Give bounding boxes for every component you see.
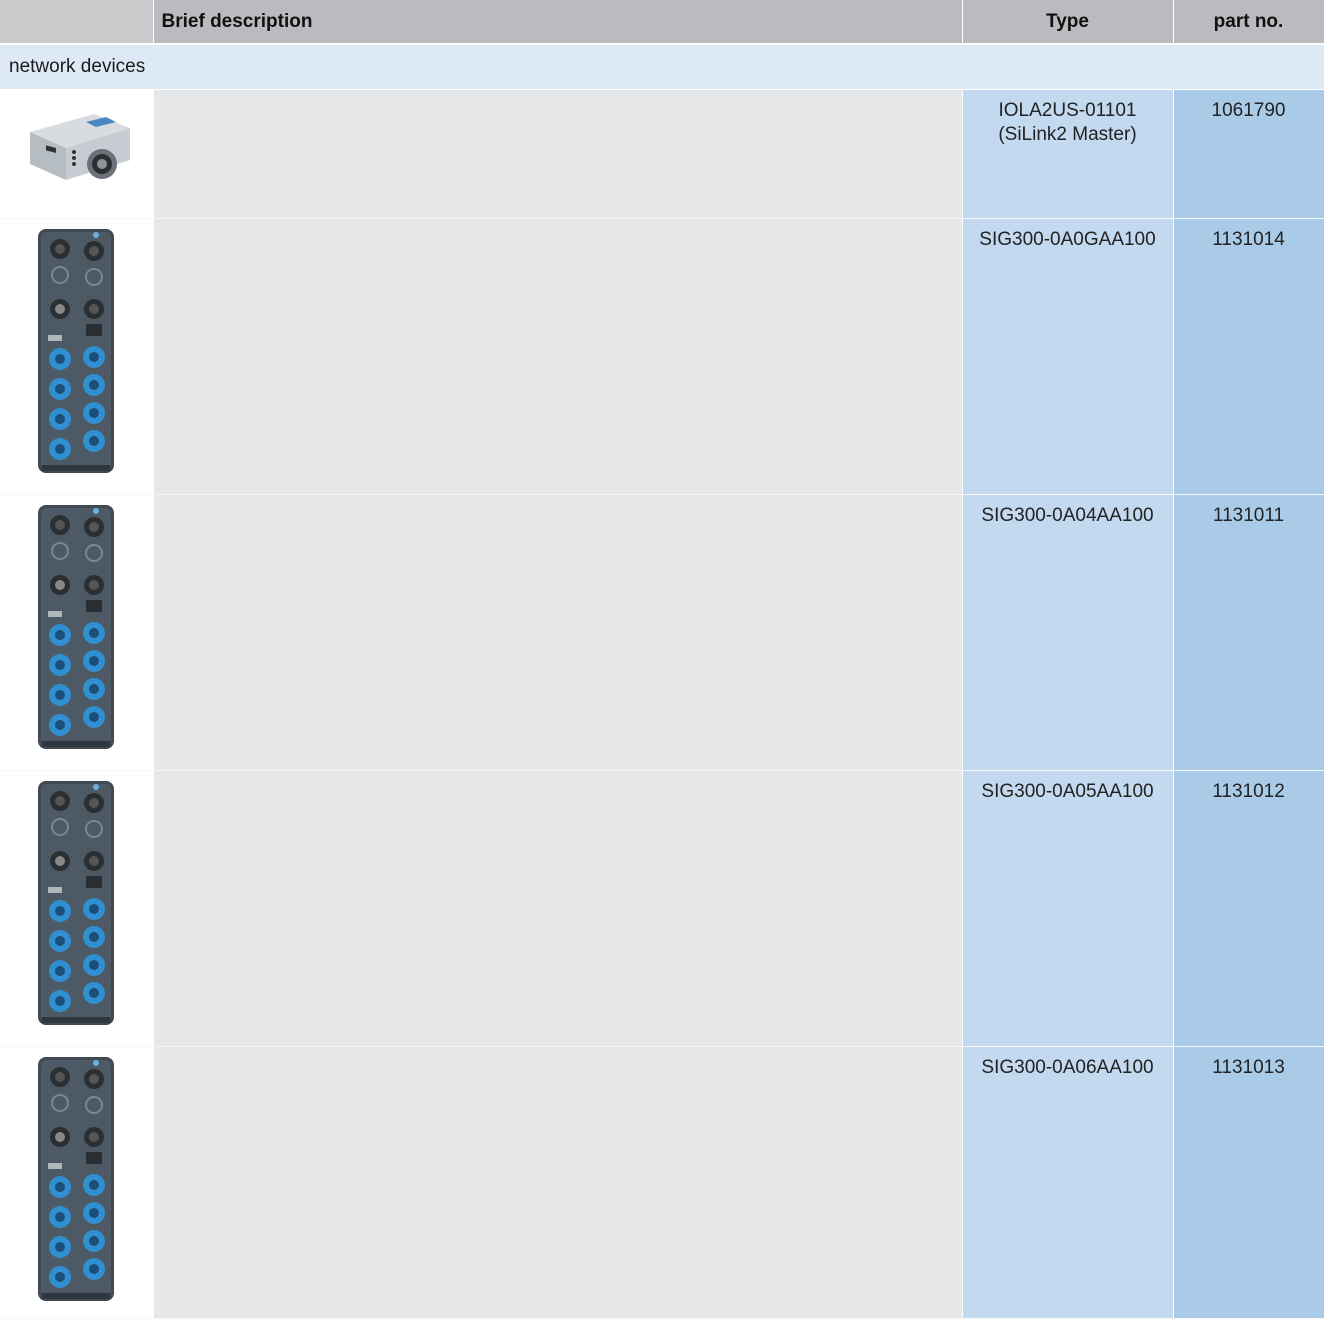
type-cell: SIG300-0A04AA100 xyxy=(962,494,1174,771)
part-no-cell: 1131014 xyxy=(1173,218,1324,495)
table-row: SIG300-0A05AA100 1131012 xyxy=(0,770,1324,1047)
type-cell: SIG300-0A0GAA100 xyxy=(962,218,1174,495)
type-subname: (SiLink2 Master) xyxy=(998,124,1137,145)
type-cell: SIG300-0A05AA100 xyxy=(962,770,1174,1047)
description-cell xyxy=(153,1046,963,1319)
sig300-io-module-icon xyxy=(38,781,114,1025)
type-name: SIG300-0A05AA100 xyxy=(981,781,1154,802)
table-header-row: Brief description Type part no. xyxy=(0,0,1324,45)
product-image-cell xyxy=(0,1046,154,1319)
header-part-no: part no. xyxy=(1173,0,1324,45)
product-image-cell xyxy=(0,494,154,771)
type-cell: IOLA2US-01101 (SiLink2 Master) xyxy=(962,89,1174,219)
product-table: Brief description Type part no. network … xyxy=(0,0,1324,1319)
type-cell: SIG300-0A06AA100 xyxy=(962,1046,1174,1319)
table-row: IOLA2US-01101 (SiLink2 Master) 1061790 xyxy=(0,89,1324,219)
group-row: network devices xyxy=(0,44,1324,90)
type-name: SIG300-0A0GAA100 xyxy=(979,229,1156,250)
sig300-io-module-icon xyxy=(38,229,114,473)
header-brief-description: Brief description xyxy=(153,0,963,45)
description-cell xyxy=(153,218,963,495)
table-row: SIG300-0A04AA100 1131011 xyxy=(0,494,1324,771)
silink2-master-device-icon xyxy=(30,114,130,180)
description-cell xyxy=(153,494,963,771)
type-name: IOLA2US-01101 xyxy=(998,100,1137,121)
table-row: SIG300-0A06AA100 1131013 xyxy=(0,1046,1324,1319)
part-no-cell: 1131011 xyxy=(1173,494,1324,771)
sig300-io-module-icon xyxy=(38,505,114,749)
type-name: SIG300-0A04AA100 xyxy=(981,505,1154,526)
product-image-cell xyxy=(0,218,154,495)
part-no-cell: 1131012 xyxy=(1173,770,1324,1047)
part-no-cell: 1131013 xyxy=(1173,1046,1324,1319)
table-row: SIG300-0A0GAA100 1131014 xyxy=(0,218,1324,495)
description-cell xyxy=(153,89,963,219)
type-name: SIG300-0A06AA100 xyxy=(981,1057,1154,1078)
header-type: Type xyxy=(962,0,1174,45)
product-image-cell xyxy=(0,89,154,219)
group-label: network devices xyxy=(0,44,1324,90)
sig300-io-module-icon xyxy=(38,1057,114,1301)
description-cell xyxy=(153,770,963,1047)
product-image-cell xyxy=(0,770,154,1047)
part-no-cell: 1061790 xyxy=(1173,89,1324,219)
header-image xyxy=(0,0,154,45)
